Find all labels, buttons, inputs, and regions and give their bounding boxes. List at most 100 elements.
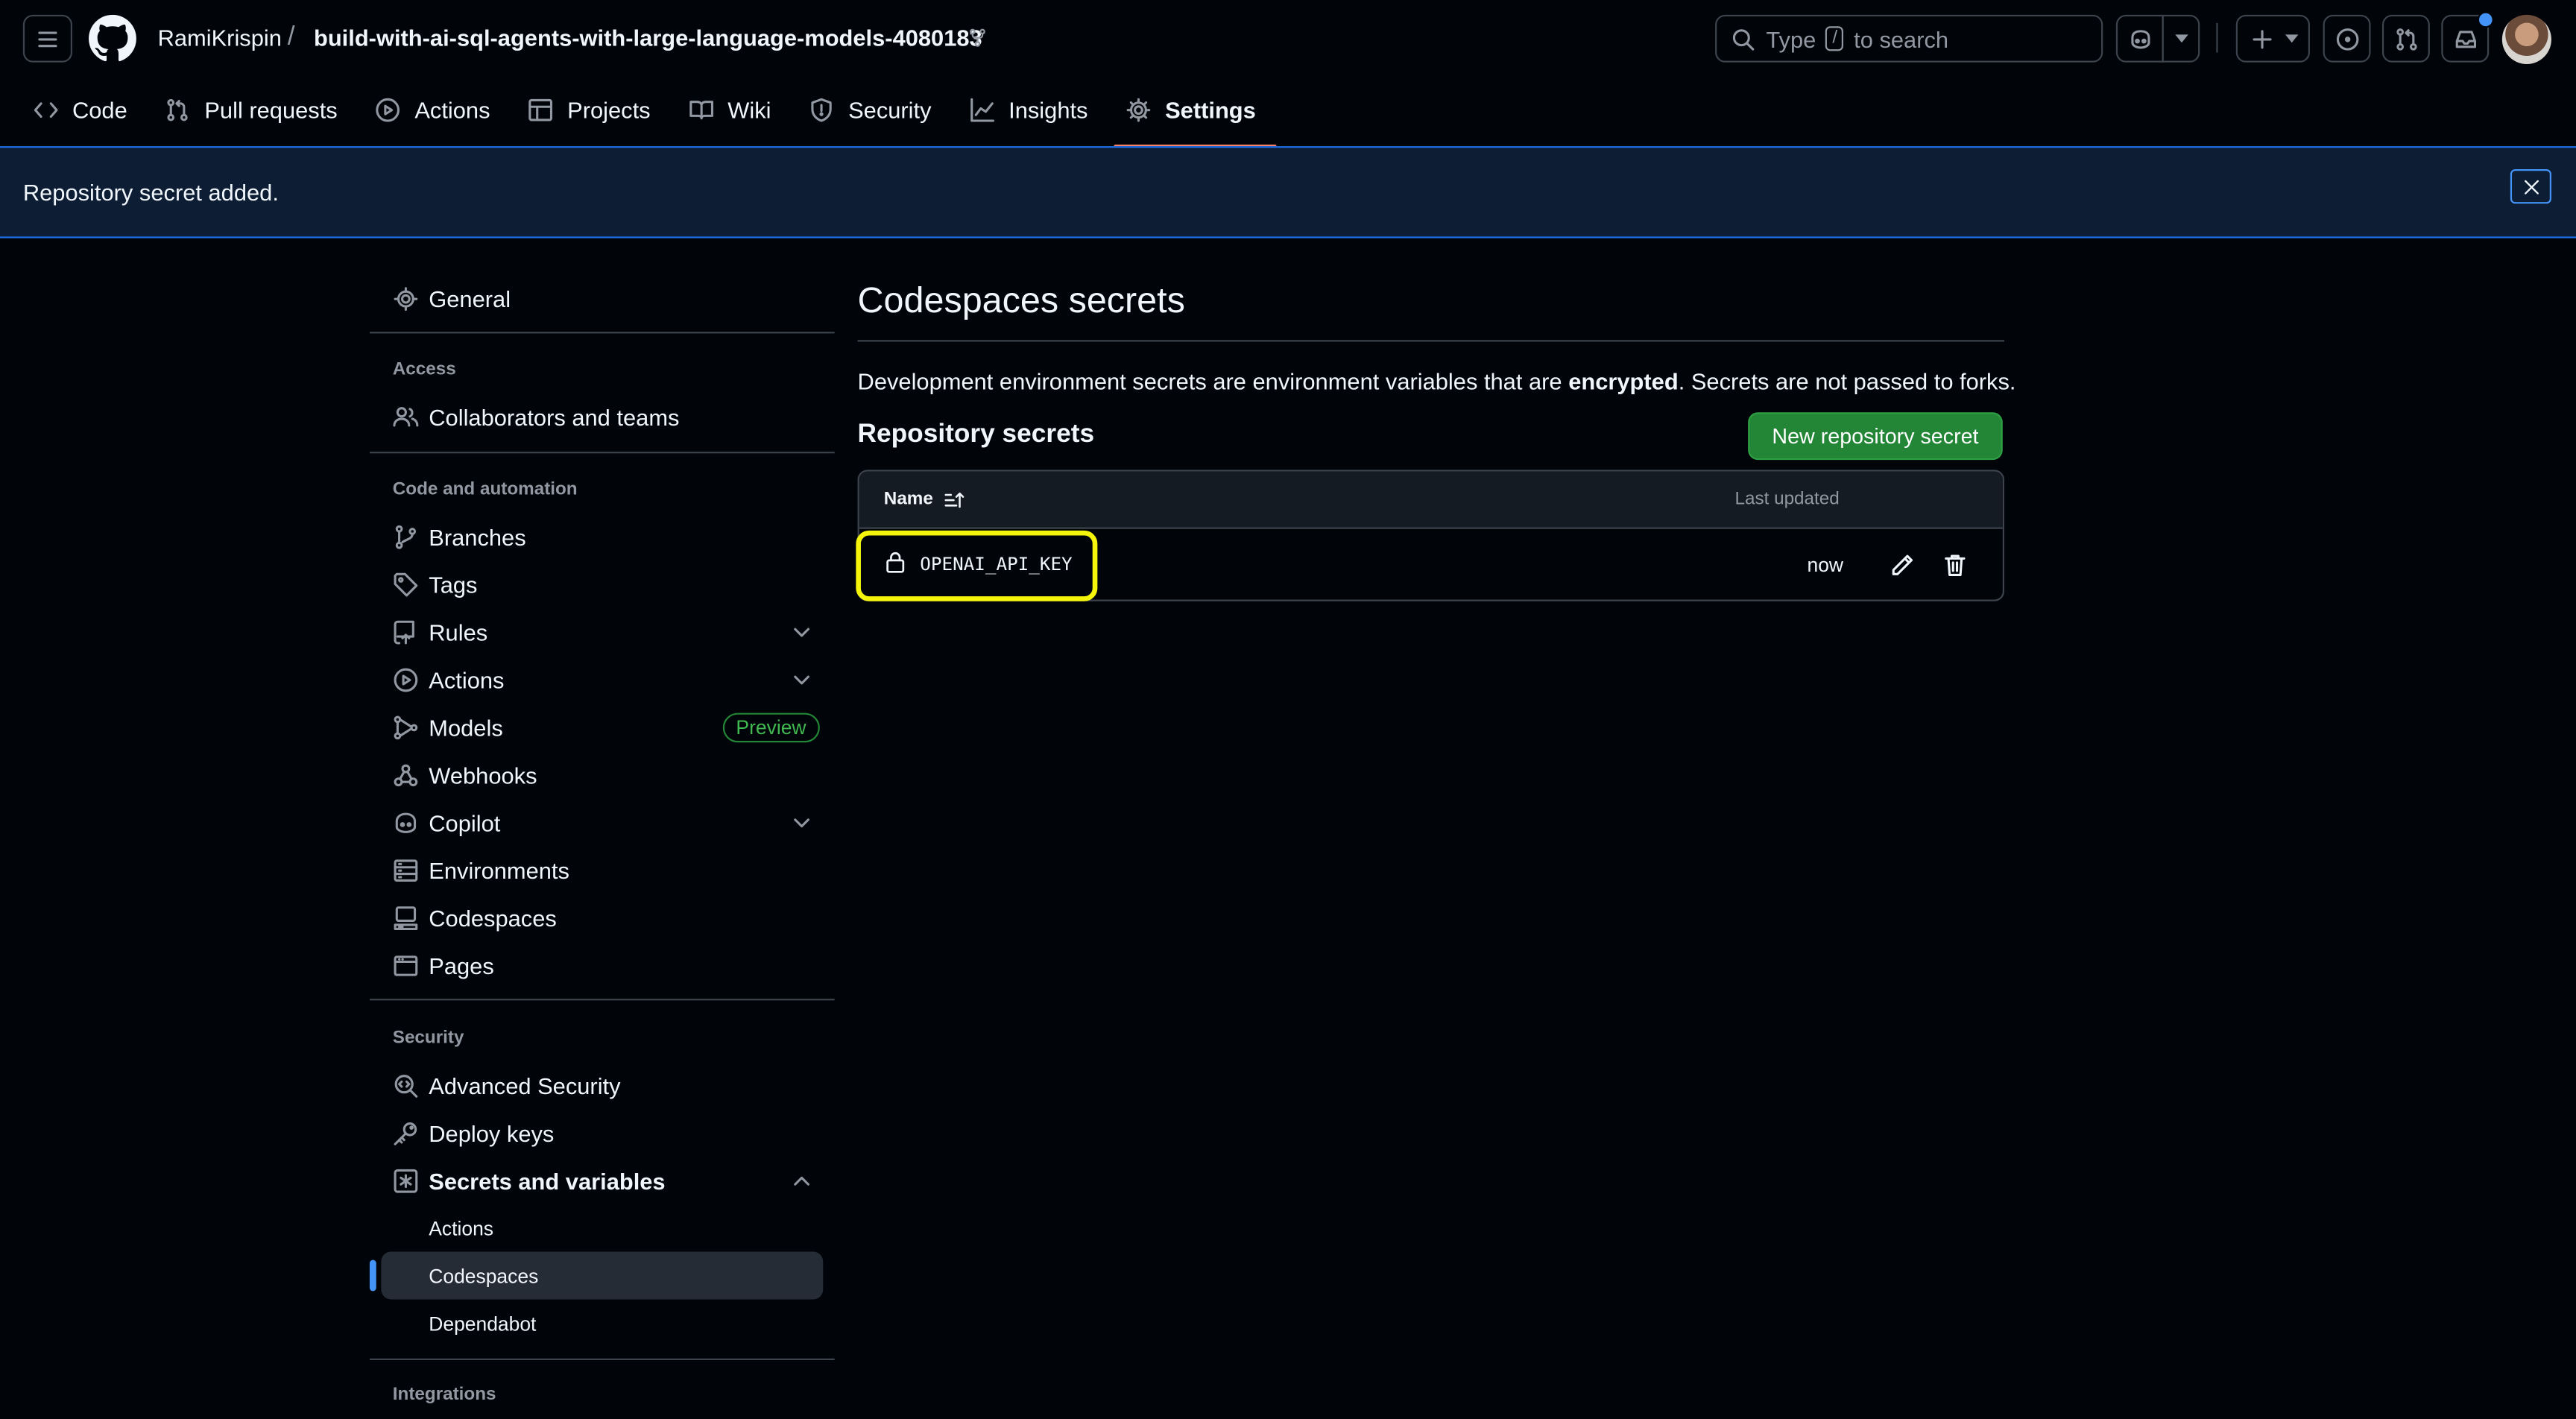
sidebar-item-codespaces[interactable]: Codespaces: [370, 894, 835, 941]
repo-name-link[interactable]: build-with-ai-sql-agents-with-large-lang…: [314, 25, 982, 51]
search-shortcut-key: /: [1825, 26, 1844, 51]
page-title: Codespaces secrets: [857, 279, 1185, 320]
flash-close-button[interactable]: [2510, 169, 2551, 204]
sidebar-item-label: Secrets and variables: [429, 1167, 666, 1194]
sidebar-item-label: General: [429, 285, 511, 312]
webhook-icon: [394, 763, 418, 786]
server-icon: [394, 859, 418, 881]
trash-icon[interactable]: [1942, 552, 1968, 578]
create-new-button[interactable]: [2235, 14, 2310, 63]
sidebar-subitem-dependabot[interactable]: Dependabot: [370, 1299, 835, 1347]
issues-button[interactable]: [2323, 14, 2371, 63]
sidebar-item-tags[interactable]: Tags: [370, 560, 835, 608]
play-icon: [394, 667, 418, 692]
sidebar-divider: [369, 1358, 835, 1360]
tab-wiki[interactable]: Wiki: [688, 92, 789, 146]
sidebar-divider: [369, 452, 835, 454]
gear-icon: [394, 286, 418, 310]
tab-label: Settings: [1165, 97, 1256, 124]
gear-icon: [1126, 98, 1151, 122]
plus-icon: [2252, 29, 2271, 48]
description-text: . Secrets are not passed to forks.: [1678, 367, 2016, 394]
section-title: Repository secrets: [857, 420, 1095, 449]
tab-code[interactable]: Code: [33, 92, 145, 146]
pull-requests-button[interactable]: [2381, 14, 2430, 63]
sidebar-item-label: Webhooks: [429, 761, 537, 788]
column-header-name[interactable]: Name: [884, 490, 933, 509]
chevron-down-icon: [794, 818, 809, 827]
github-logo-icon[interactable]: [89, 14, 136, 63]
sidebar-item-label: Advanced Security: [429, 1072, 621, 1099]
search-icon: [1732, 28, 1755, 50]
sidebar-divider: [369, 999, 835, 1001]
book-icon: [689, 101, 713, 120]
sidebar-item-copilot[interactable]: Copilot: [370, 798, 835, 846]
copilot-button[interactable]: [2115, 14, 2164, 63]
graph-icon: [970, 98, 994, 122]
search-input[interactable]: Type / to search: [1715, 14, 2103, 63]
sidebar-item-collaborators[interactable]: Collaborators and teams: [370, 393, 835, 440]
sidebar-item-rules[interactable]: Rules: [370, 608, 835, 656]
people-icon: [393, 406, 419, 426]
column-header-last-updated: Last updated: [1734, 489, 1840, 510]
sidebar-item-label: Actions: [429, 666, 505, 693]
sidebar-subitem-actions[interactable]: Actions: [370, 1204, 835, 1252]
description-emphasis: encrypted: [1568, 367, 1679, 394]
table-header: Name Last updated: [859, 471, 2003, 529]
caret-down-icon: [2174, 34, 2188, 43]
codescan-icon: [394, 1074, 418, 1097]
tab-label: Pull requests: [204, 97, 338, 124]
sidebar-item-deploy-keys[interactable]: Deploy keys: [370, 1109, 835, 1157]
git-branch-icon: [395, 524, 417, 549]
tab-projects[interactable]: Projects: [528, 92, 669, 146]
sidebar-item-secrets-and-variables[interactable]: Secrets and variables: [370, 1157, 835, 1204]
sidebar-item-label: Dependabot: [429, 1311, 537, 1335]
sidebar-group-security: Security: [392, 1028, 464, 1049]
copilot-icon: [395, 812, 417, 832]
flash-banner: Repository secret added.: [0, 146, 2576, 238]
tab-label: Insights: [1008, 97, 1088, 124]
sidebar-item-label: Branches: [429, 523, 526, 550]
tag-icon: [394, 572, 418, 596]
repo-forked-icon: [970, 28, 985, 47]
repo-owner-link[interactable]: RamiKrispin: [158, 25, 282, 51]
shield-icon: [812, 98, 833, 122]
sidebar-item-general[interactable]: General: [370, 274, 835, 322]
chevron-down-icon: [794, 627, 809, 636]
repo-tabs: Code Pull requests Actions Projects Wiki…: [33, 92, 1293, 148]
tab-label: Projects: [567, 97, 651, 124]
flash-message: Repository secret added.: [22, 179, 279, 206]
preview-badge: Preview: [722, 712, 820, 742]
menu-button[interactable]: [22, 14, 72, 63]
tab-label: Actions: [414, 97, 490, 124]
sidebar-item-advanced-security[interactable]: Advanced Security: [370, 1061, 835, 1109]
search-placeholder-post: to search: [1854, 25, 1949, 52]
sidebar-item-environments[interactable]: Environments: [370, 846, 835, 894]
sidebar-item-webhooks[interactable]: Webhooks: [370, 750, 835, 798]
new-repository-secret-button[interactable]: New repository secret: [1748, 412, 2003, 461]
tab-settings[interactable]: Settings: [1114, 92, 1278, 148]
tab-insights[interactable]: Insights: [969, 92, 1105, 146]
key-asterisk-icon: [394, 1168, 418, 1192]
tab-pull-requests[interactable]: Pull requests: [165, 92, 356, 146]
tab-actions[interactable]: Actions: [375, 92, 508, 146]
sidebar-item-label: Copilot: [429, 809, 501, 835]
sidebar-item-branches[interactable]: Branches: [370, 513, 835, 560]
table-icon: [529, 98, 553, 121]
user-avatar[interactable]: [2501, 14, 2551, 64]
sidebar-item-label: Pages: [429, 952, 494, 979]
sort-asc-icon[interactable]: [943, 490, 965, 511]
tab-security[interactable]: Security: [809, 92, 950, 146]
chevron-up-icon: [794, 1175, 809, 1185]
pencil-icon[interactable]: [1890, 552, 1916, 578]
sidebar-item-actions[interactable]: Actions: [370, 655, 835, 703]
sidebar-item-label: Tags: [429, 570, 478, 598]
sidebar-item-label: Codespaces: [429, 1264, 539, 1287]
secret-last-updated: now: [1807, 553, 1844, 577]
copilot-dropdown-button[interactable]: [2162, 14, 2200, 63]
sidebar-item-models[interactable]: Models Preview: [370, 703, 835, 750]
sidebar-subitem-codespaces[interactable]: Codespaces: [370, 1252, 835, 1300]
git-pull-request-icon: [2396, 28, 2416, 50]
caret-down-icon: [2284, 34, 2298, 43]
sidebar-item-pages[interactable]: Pages: [370, 941, 835, 989]
